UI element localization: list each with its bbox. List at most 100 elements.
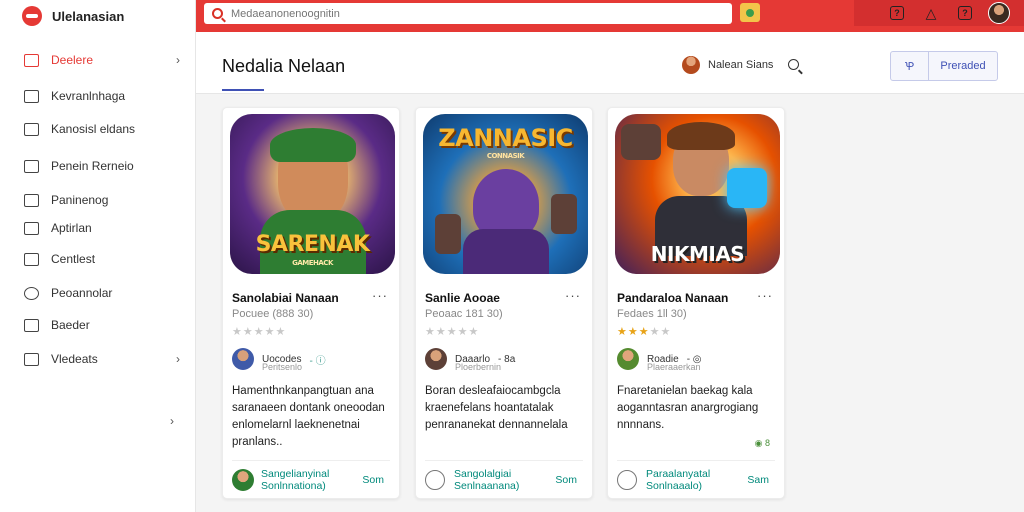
sidebar-item-deelere[interactable]: Deelere › (0, 46, 196, 74)
author-subtitle: Ploerbernin (455, 362, 502, 372)
card-title[interactable]: Sanolabiai Nanaan (232, 291, 372, 305)
mic-icon (746, 8, 754, 17)
sidebar-item-paninenog[interactable]: Paninenog (0, 186, 196, 214)
game-card[interactable]: ZANNASIC CONNASIK Sanlie Aooae ··· Peoaa… (415, 107, 593, 499)
sidebar-item-peoannolar[interactable]: Peoannolar (0, 279, 196, 307)
card-title[interactable]: Sanlie Aooae (425, 291, 565, 305)
secondary-button[interactable]: Ꝕ (891, 52, 929, 80)
avatar (425, 348, 447, 370)
author[interactable]: Uocodes - ⓘ Peritsenlo (232, 348, 326, 372)
sidebar: Ulelanasian Deelere › Kevranlnhaga Kanos… (0, 0, 196, 512)
card-subtitle: Fedaes 1ll 30) (617, 308, 687, 320)
divider (425, 460, 583, 461)
sidebar-item-vledeats[interactable]: Vledeats › (0, 345, 196, 373)
brand[interactable]: Ulelanasian (0, 0, 195, 32)
game-artwork[interactable]: NIKMIAS (615, 114, 780, 274)
top-actions: ? △ ? (890, 0, 1010, 26)
heart-icon[interactable] (617, 470, 637, 490)
account-avatar[interactable] (988, 2, 1010, 24)
art-subtitle: GAMEHACK (292, 259, 333, 267)
card-subtitle: Peoaac 181 30) (425, 308, 503, 320)
sidebar-item-kanosisl[interactable]: Kanosisl eldans (0, 115, 196, 143)
voice-search-button[interactable] (740, 3, 760, 22)
author[interactable]: Daaarlo - 8a Ploerbernin (425, 348, 515, 372)
more-icon[interactable]: ··· (372, 288, 388, 303)
avatar (682, 56, 700, 74)
game-artwork[interactable]: ZANNASIC CONNASIK (423, 114, 588, 274)
mail-icon (24, 53, 39, 67)
sidebar-item-aptirlan[interactable]: Aptirlan (0, 214, 196, 242)
settings-icon (24, 286, 39, 300)
avatar (232, 469, 254, 491)
author[interactable]: Roadie - ◎ Plaeraaerkan (617, 348, 702, 372)
art-title: NIKMIAS (650, 242, 745, 266)
game-card[interactable]: NIKMIAS Pandaraloa Nanaan ··· Fedaes 1ll… (607, 107, 785, 499)
primary-button[interactable]: Preraded (929, 52, 997, 80)
author-subtitle: Peritsenlo (262, 362, 303, 372)
video-icon (24, 352, 39, 366)
sidebar-item-baeder[interactable]: Baeder (0, 311, 196, 339)
sidebar-item-label: Aptirlan (51, 221, 92, 235)
art-title: ZANNASIC (438, 124, 573, 152)
sidebar-item-label: Deelere (51, 53, 94, 67)
card-subtitle: Pocuee (888 30) (232, 308, 314, 320)
game-artwork[interactable]: SARENAK GAMEHACK (230, 114, 395, 274)
sidebar-item-label: Kevranlnhaga (51, 89, 126, 103)
card-description: Hamenthnkanpangtuan ana saranaeen dontan… (232, 385, 385, 448)
user-label: Nalean Sians (708, 59, 774, 71)
art-title: SARENAK (255, 232, 370, 257)
app-logo-icon (22, 6, 42, 26)
calendar-icon (24, 193, 39, 207)
alert-icon[interactable]: △ (920, 2, 942, 24)
rating-stars: ★★★★★ (617, 326, 672, 338)
footer-link[interactable]: Som (555, 474, 577, 486)
chevron-right-icon[interactable]: › (170, 414, 174, 428)
folder-icon (24, 221, 39, 235)
help-icon[interactable]: ? (890, 6, 904, 20)
avatar (617, 348, 639, 370)
sidebar-item-kevranlnhaga[interactable]: Kevranlnhaga (0, 82, 196, 110)
footer-link[interactable]: Sam (747, 474, 769, 486)
heart-icon[interactable] (425, 470, 445, 490)
card-title[interactable]: Pandaraloa Nanaan (617, 291, 757, 305)
search-icon[interactable] (788, 59, 799, 70)
lock-icon (24, 159, 39, 173)
more-icon[interactable]: ··· (757, 288, 773, 303)
art-subtitle: CONNASIK (486, 152, 525, 160)
divider (232, 460, 390, 461)
footer-text[interactable]: Sangolalgiai Senlnaanana) (454, 468, 544, 492)
status-badge: ◉ 8 (754, 438, 770, 448)
avatar (232, 348, 254, 370)
user-chip[interactable]: Nalean Sians (682, 56, 773, 74)
document-icon (24, 89, 39, 103)
sidebar-item-penein[interactable]: Penein Rerneio (0, 152, 196, 180)
rating-stars: ★★★★★ (232, 326, 287, 338)
bookmark-icon (24, 318, 39, 332)
divider (617, 460, 775, 461)
sidebar-item-label: Baeder (51, 318, 90, 332)
apps-icon[interactable]: ? (958, 6, 972, 20)
sidebar-item-centlest[interactable]: Centlest (0, 245, 196, 273)
page-title: Nedalia Nelaan (222, 56, 346, 76)
rating-stars: ★★★★★ (425, 326, 480, 338)
author-meta: - ⓘ (309, 355, 326, 367)
footer-link[interactable]: Som (362, 474, 384, 486)
sidebar-item-label: Penein Rerneio (51, 159, 134, 173)
footer-text[interactable]: Sangelianyinal Sonlnnationa) (261, 468, 351, 492)
title-underline (222, 89, 264, 91)
sidebar-item-label: Paninenog (51, 193, 109, 207)
book-icon (24, 122, 39, 136)
footer-text[interactable]: Paraalanyatal Sonlnaaalo) (646, 468, 736, 492)
sidebar-item-label: Kanosisl eldans (51, 122, 136, 136)
search-input[interactable] (231, 7, 711, 20)
card-description: Fnaretanielan baekag kala aoganntasran a… (617, 385, 759, 431)
more-icon[interactable]: ··· (565, 288, 581, 303)
sidebar-item-label: Peoannolar (51, 286, 113, 300)
list-icon (24, 252, 39, 266)
search-box[interactable] (204, 3, 732, 24)
app-name: Ulelanasian (52, 8, 125, 24)
search-icon (212, 8, 223, 19)
page-header: Nedalia Nelaan Nalean Sians Ꝕ Preraded (196, 32, 1024, 94)
game-card[interactable]: SARENAK GAMEHACK Sanolabiai Nanaan ··· P… (222, 107, 400, 499)
top-bar: ? △ ? (196, 0, 1024, 32)
